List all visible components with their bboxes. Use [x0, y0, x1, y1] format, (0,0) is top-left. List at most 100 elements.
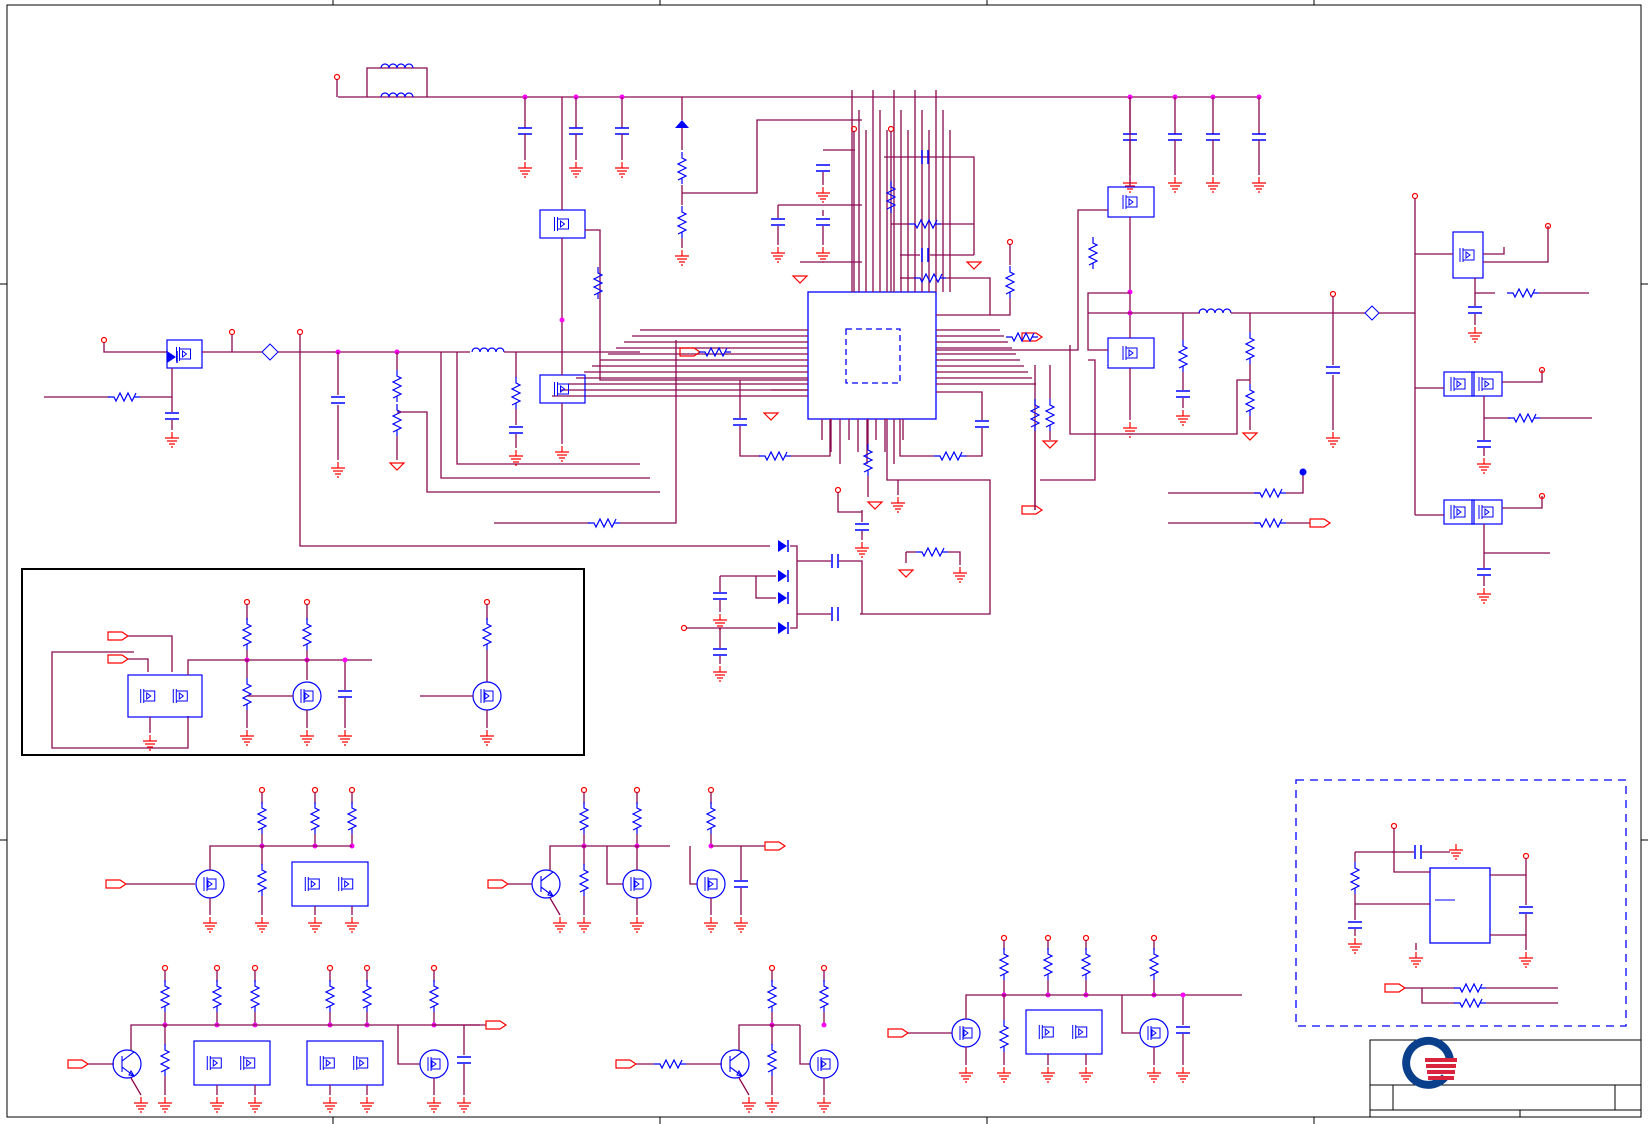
resistor-icon: [108, 391, 140, 403]
resistor-body: [1044, 399, 1056, 431]
wire: [948, 551, 961, 565]
capacitor-icon: [1176, 390, 1190, 398]
capacitor-plates: [734, 880, 748, 888]
resistor-icon: [1254, 487, 1286, 499]
ground-lines: [1206, 177, 1220, 193]
power-pin-icon: [1006, 238, 1014, 246]
resistor-body: [916, 546, 948, 558]
mosfet-transistor-icon: [951, 1018, 981, 1048]
ground-icon: [816, 247, 830, 263]
wire: [837, 492, 862, 513]
wire: [689, 846, 697, 885]
mosfet-symbol: [1122, 346, 1138, 360]
junction-dot: [1127, 289, 1133, 295]
resistor-icon: [654, 1058, 686, 1070]
resistor-body: [818, 980, 830, 1012]
resistor-body: [249, 980, 261, 1012]
power-pin-circle: [1390, 822, 1398, 830]
ground-lines: [555, 446, 569, 462]
wire: [738, 1024, 800, 1050]
ground-lines: [1477, 458, 1491, 474]
mosfet-symbol: [1122, 195, 1138, 209]
resistor-body: [1254, 487, 1286, 499]
mosfet-symbol: [304, 877, 320, 891]
capacitor-plates: [1326, 366, 1340, 374]
mosfet-symbol: [240, 1056, 256, 1070]
bjt-transistor-icon: [112, 1049, 142, 1079]
wire: [209, 845, 352, 870]
port-shape: [487, 879, 510, 889]
resistor-body: [391, 370, 403, 402]
power-pin-icon: [243, 598, 251, 606]
ground-icon: [158, 1097, 172, 1113]
ground-icon: [953, 567, 967, 583]
ground-lines: [765, 1097, 779, 1113]
transistor-circle: [1139, 1018, 1169, 1048]
resistor-icon: [481, 618, 493, 650]
wire: [936, 209, 1108, 351]
mosfet-box: [1471, 499, 1503, 525]
resistor-body: [998, 948, 1010, 980]
resistor-icon: [1087, 237, 1099, 269]
wire: [739, 426, 760, 457]
capacitor-plates: [816, 218, 830, 226]
junction-dot: [821, 1022, 827, 1028]
ground-lines: [1147, 1067, 1161, 1083]
ground-icon: [1168, 177, 1182, 193]
ground-icon: [345, 917, 359, 933]
ground-lines: [816, 187, 830, 203]
power-pin-icon: [1329, 290, 1337, 298]
capacitor-plates: [1519, 906, 1533, 914]
ground-lines: [308, 917, 322, 933]
resistor-icon: [211, 980, 223, 1012]
logo-stripe: [1426, 1064, 1456, 1068]
transistor-circle: [696, 869, 726, 899]
resistor-icon: [346, 802, 358, 834]
port-icon: [764, 841, 787, 851]
capacitor-icon: [615, 127, 629, 135]
ground-icon: [1449, 844, 1463, 860]
resistor-icon: [699, 346, 731, 358]
schematic-sheet: [0, 0, 1648, 1124]
ground-icon: [331, 462, 345, 478]
diode-triangle: [778, 592, 787, 604]
capacitor-icon: [1468, 306, 1482, 314]
wire: [1392, 828, 1395, 853]
power-pin-icon: [311, 786, 319, 794]
diode-triangle: [167, 351, 176, 363]
mosfet-symbol: [172, 689, 188, 703]
transistor-symbol: [300, 689, 314, 703]
company-logo: [1402, 1036, 1457, 1089]
mosfet-transistor-icon: [1139, 1018, 1169, 1048]
resistor-body: [1454, 997, 1486, 1009]
ground-icon: [577, 917, 591, 933]
capacitor-icon: [331, 396, 345, 404]
power-pin-icon: [303, 598, 311, 606]
wire: [397, 1025, 420, 1065]
ground-lines: [427, 1097, 441, 1113]
ground-lines: [891, 497, 905, 513]
resistor-body: [1244, 384, 1256, 416]
resistor-icon: [1254, 517, 1286, 529]
power-pin-circle: [333, 73, 341, 81]
transistor-circle: [951, 1018, 981, 1048]
capacitor-icon: [831, 607, 839, 621]
resistor-icon: [631, 802, 643, 834]
ground-lines: [1468, 327, 1482, 343]
resistor-icon: [916, 546, 948, 558]
power-pin-circle: [258, 786, 266, 794]
ground-icon: [713, 666, 727, 682]
ground-lines: [817, 1097, 831, 1113]
wire: [682, 119, 862, 194]
wire: [1087, 292, 1130, 351]
capacitor-icon: [921, 248, 929, 262]
resistor-icon: [914, 272, 946, 284]
wire: [1421, 988, 1455, 1004]
wire: [130, 1024, 480, 1050]
power-pin-icon: [820, 964, 828, 972]
transistor-circle: [720, 1049, 750, 1079]
port-shape: [67, 1059, 90, 1069]
transistor-symbol: [704, 877, 718, 891]
wire: [1483, 226, 1549, 263]
capacitor-icon: [1477, 568, 1491, 576]
